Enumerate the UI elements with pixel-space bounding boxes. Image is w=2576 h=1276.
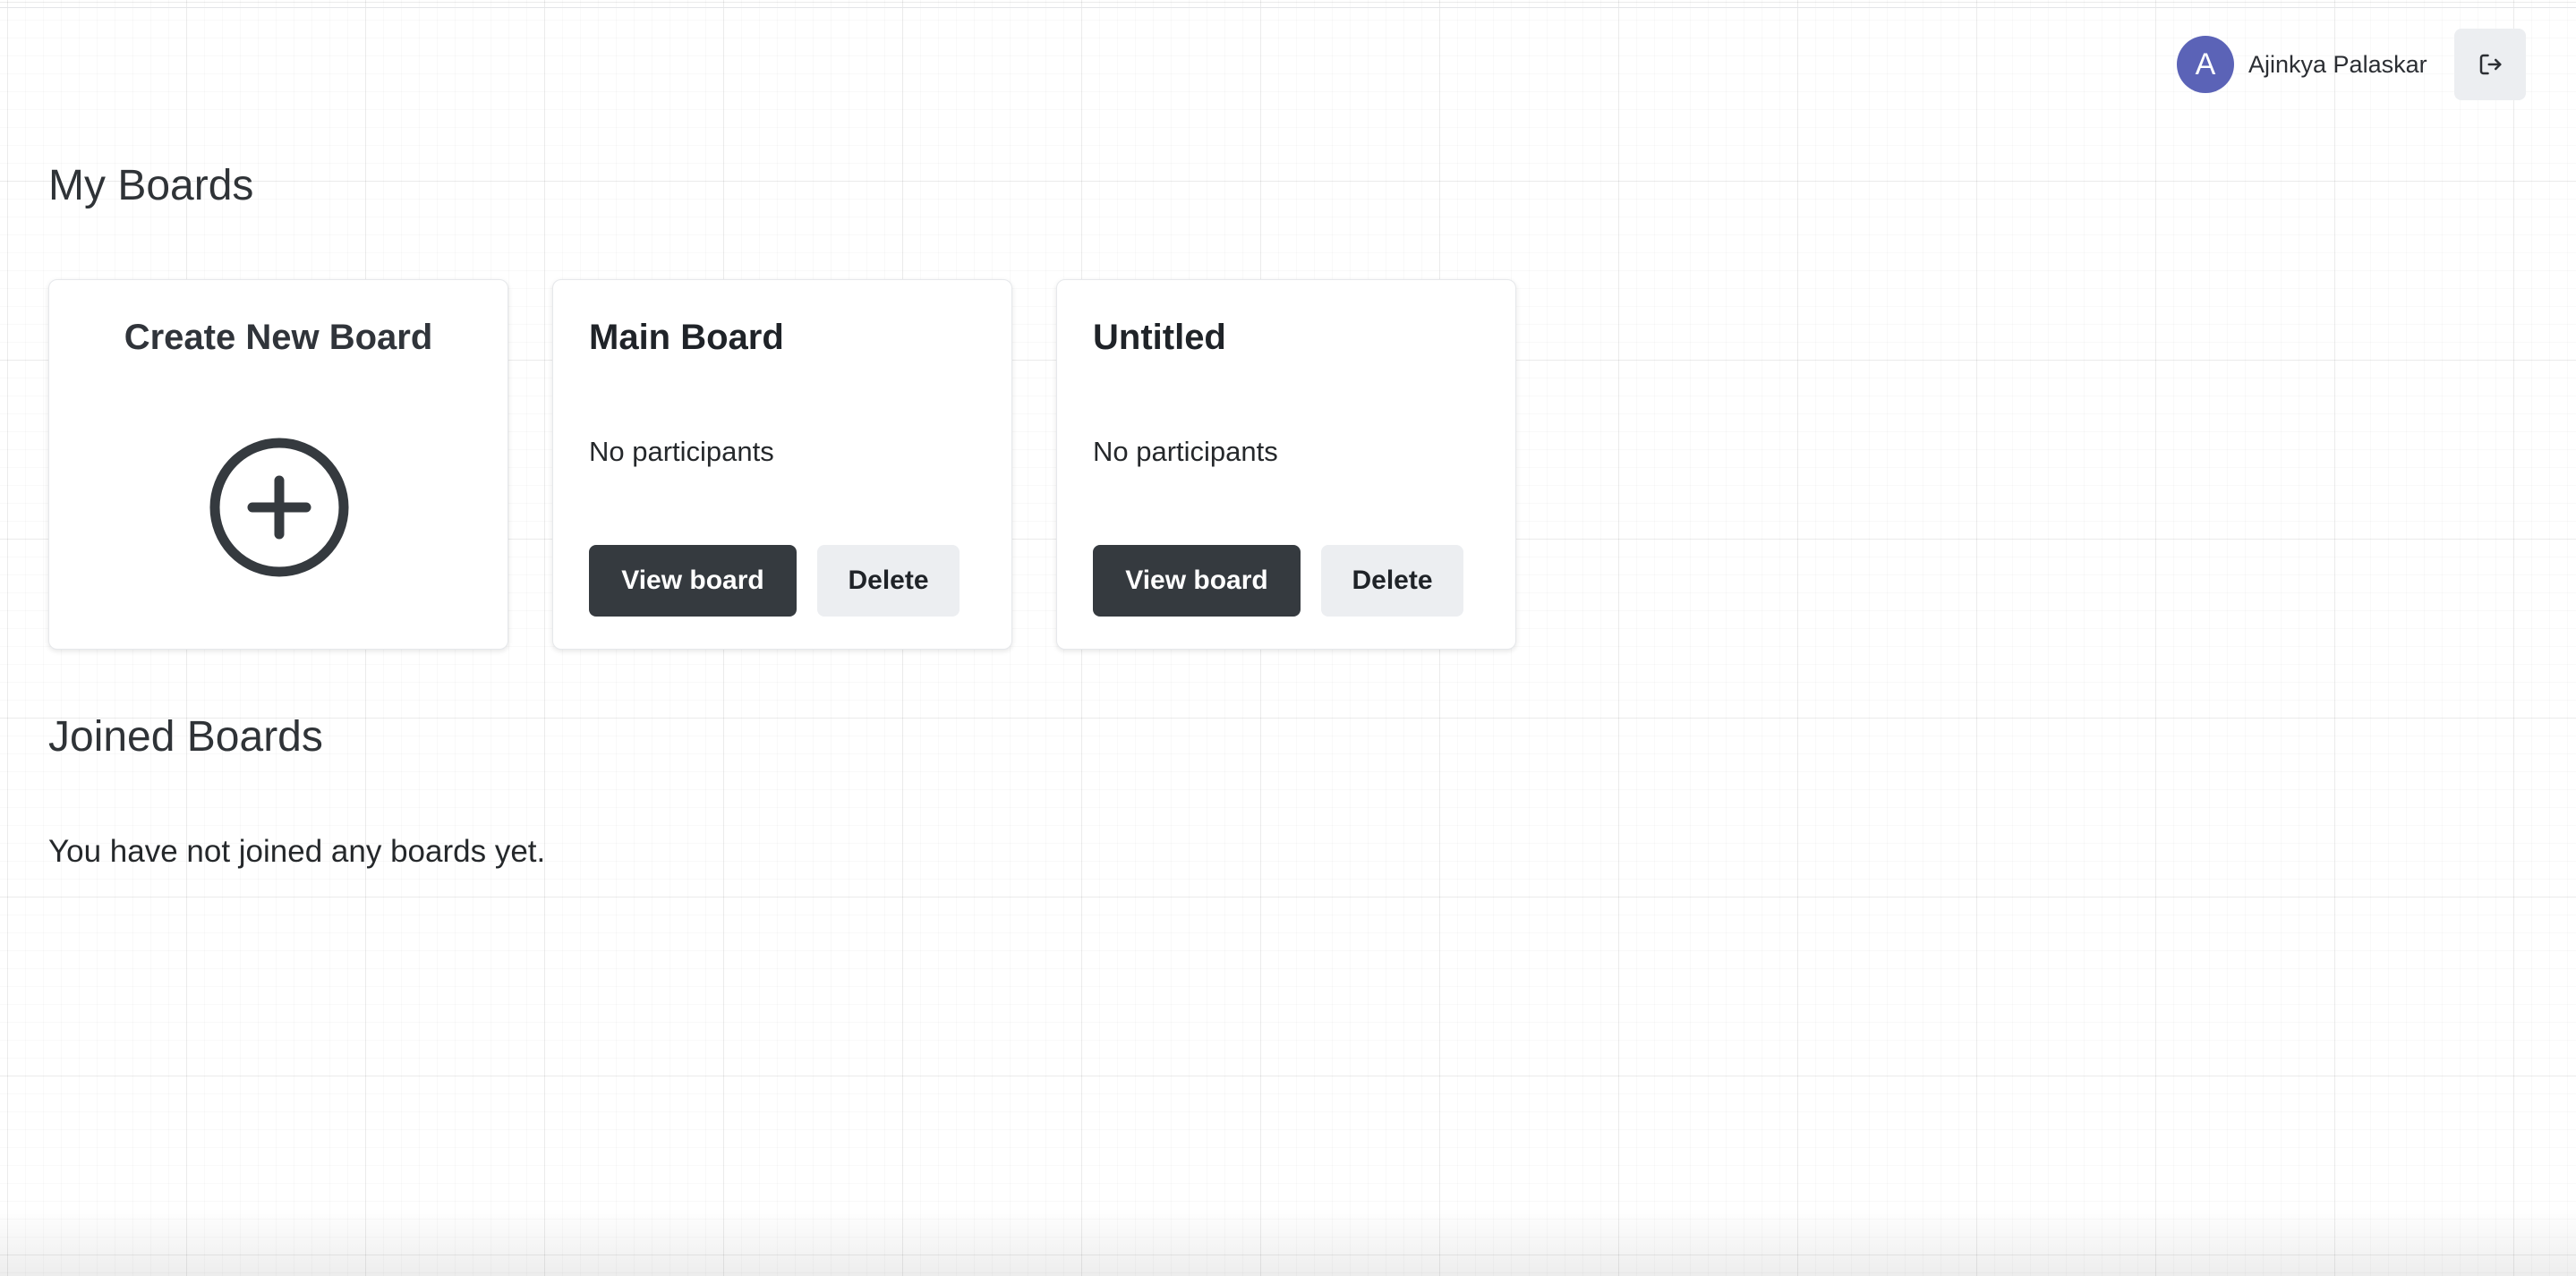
user-menu[interactable]: A Ajinkya Palaskar — [2177, 36, 2427, 93]
board-card: Main Board No participants View board De… — [552, 279, 1012, 650]
joined-boards-empty-message: You have not joined any boards yet. — [48, 834, 546, 869]
create-board-card[interactable]: Create New Board — [48, 279, 508, 650]
plus-circle-icon — [209, 438, 349, 577]
board-title: Main Board — [589, 318, 784, 357]
joined-boards-heading: Joined Boards — [48, 713, 323, 761]
create-board-label: Create New Board — [124, 318, 433, 357]
board-participants: No participants — [589, 436, 774, 467]
user-name: Ajinkya Palaskar — [2248, 50, 2427, 78]
logout-button[interactable] — [2454, 29, 2526, 100]
top-divider — [0, 7, 2576, 8]
delete-board-button[interactable]: Delete — [817, 545, 960, 617]
delete-board-button[interactable]: Delete — [1321, 545, 1463, 617]
view-board-button[interactable]: View board — [1093, 545, 1301, 617]
avatar[interactable]: A — [2177, 36, 2234, 93]
bottom-shadow — [0, 1208, 2576, 1276]
board-card: Untitled No participants View board Dele… — [1056, 279, 1516, 650]
my-boards-heading: My Boards — [48, 162, 254, 209]
logout-icon — [2479, 54, 2502, 75]
view-board-button[interactable]: View board — [589, 545, 797, 617]
board-participants: No participants — [1093, 436, 1278, 467]
board-title: Untitled — [1093, 318, 1226, 357]
